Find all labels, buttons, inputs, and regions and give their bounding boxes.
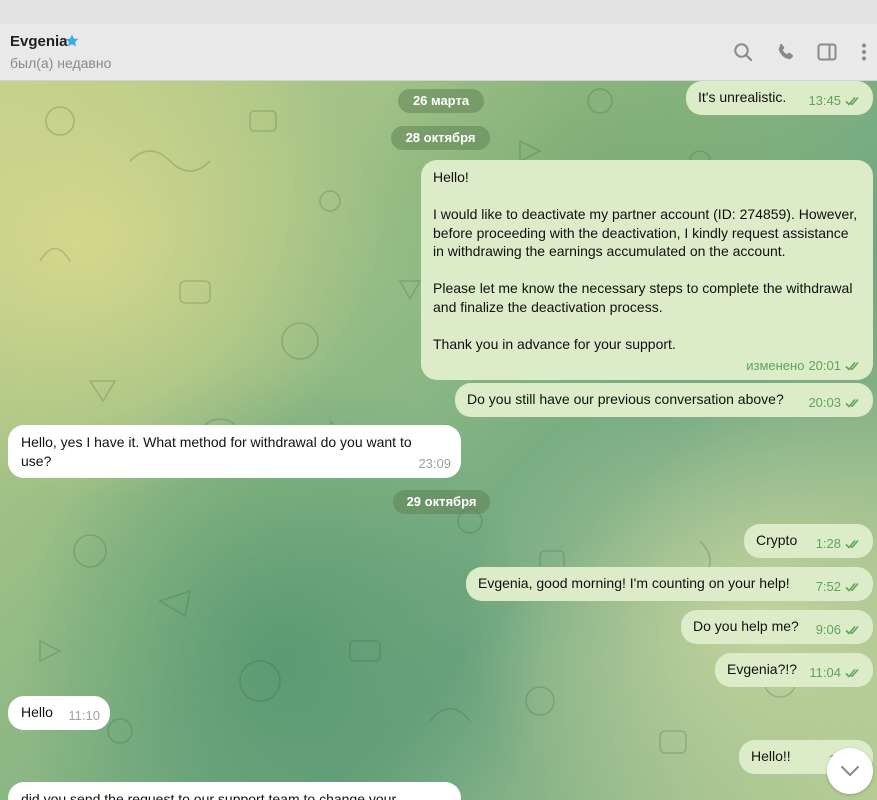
message-text: Hello, yes I have it. What method for wi… (21, 434, 416, 469)
double-check-icon (845, 582, 859, 592)
sidebar-toggle-icon[interactable] (816, 41, 838, 63)
double-check-icon (845, 625, 859, 635)
message-text: Hello! I would like to deactivate my par… (433, 169, 858, 352)
incoming-message[interactable]: Hello 11:10 (8, 696, 110, 730)
contact-status: был(а) недавно (10, 55, 112, 71)
double-check-icon (845, 96, 859, 106)
message-time: 23:09 (418, 455, 451, 471)
search-icon[interactable] (732, 41, 754, 63)
window-top-strip (0, 0, 877, 24)
double-check-icon (845, 539, 859, 549)
message-time: 11:10 (68, 707, 100, 723)
outgoing-message[interactable]: Crypto 1:28 (744, 524, 873, 558)
message-time: 1:28 (815, 535, 841, 551)
message-meta: 13:45 (808, 92, 863, 111)
message-text: Do you help me? (693, 618, 799, 634)
more-vertical-icon[interactable] (853, 41, 875, 63)
message-time: 20:01 (808, 357, 841, 373)
message-text: Evgenia, good morning! I'm counting on y… (478, 575, 790, 591)
message-meta: 23:09 (418, 455, 451, 474)
chat-header[interactable]: Evgenia был(а) недавно (0, 24, 877, 81)
date-separator: 29 октября (393, 490, 490, 514)
message-text: Do you still have our previous conversat… (467, 391, 784, 407)
message-meta: 7:52 (816, 578, 863, 597)
message-meta: изменено 20:01 (746, 357, 863, 376)
double-check-icon (845, 361, 859, 371)
message-text: Hello!! (751, 748, 791, 764)
star-icon (64, 33, 80, 49)
incoming-message[interactable]: Hello, yes I have it. What method for wi… (8, 425, 461, 478)
chevron-down-icon (841, 766, 859, 776)
message-meta: 11:04 (809, 664, 863, 683)
date-separator: 26 марта (398, 89, 484, 113)
outgoing-message[interactable]: It's unrealistic. 13:45 (686, 81, 873, 115)
message-time: 13:45 (808, 92, 841, 108)
message-time: 11:04 (809, 664, 841, 680)
message-meta: 9:06 (816, 621, 863, 640)
message-time: 7:52 (815, 578, 841, 594)
message-text: Crypto (756, 532, 798, 548)
double-check-icon (845, 668, 859, 678)
outgoing-message[interactable]: Do you still have our previous conversat… (455, 383, 873, 417)
contact-name[interactable]: Evgenia (10, 33, 68, 50)
outgoing-message[interactable]: Evgenia, good morning! I'm counting on y… (466, 567, 873, 601)
message-text: It's unrealistic. (698, 89, 787, 105)
message-text: Hello (21, 704, 53, 720)
message-meta: 20:03 (808, 394, 863, 413)
date-separator: 28 октября (391, 126, 490, 150)
outgoing-message[interactable]: Evgenia?!? 11:04 (715, 653, 873, 687)
message-text: did you send the request to our support … (21, 791, 397, 800)
scroll-to-bottom-button[interactable] (827, 748, 873, 794)
outgoing-message[interactable]: Hello! I would like to deactivate my par… (421, 160, 873, 380)
incoming-message[interactable]: did you send the request to our support … (8, 782, 461, 800)
phone-icon[interactable] (775, 41, 797, 63)
message-meta: 11:10 (68, 707, 100, 726)
message-meta: 1:28 (816, 535, 863, 554)
message-time: 20:03 (808, 394, 841, 410)
message-time: 9:06 (815, 621, 841, 637)
chat-area[interactable]: 26 марта 28 октября 29 октября It's unre… (0, 81, 877, 800)
edited-label: изменено (746, 357, 805, 373)
double-check-icon (845, 398, 859, 408)
message-text: Evgenia?!? (727, 661, 798, 677)
outgoing-message[interactable]: Do you help me? 9:06 (681, 610, 873, 644)
